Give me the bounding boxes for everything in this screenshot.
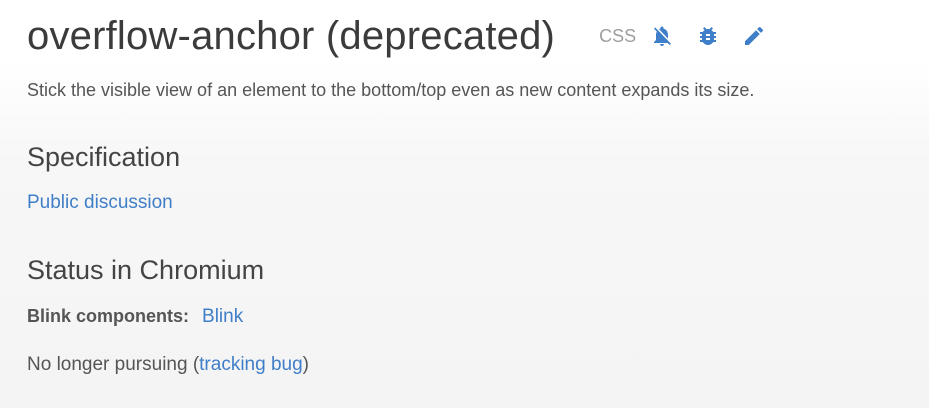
status-text: No longer pursuing ( <box>27 354 200 375</box>
feature-title: overflow-anchor (deprecated) <box>27 13 556 58</box>
feature-page: overflow-anchor (deprecated) CSS Stick t… <box>0 0 929 408</box>
blink-components-row: Blink components: Blink <box>27 306 243 328</box>
status-heading: Status in Chromium <box>27 255 265 285</box>
notifications-off-icon[interactable] <box>650 24 674 48</box>
specification-heading: Specification <box>27 142 181 172</box>
feature-summary: Stick the visible view of an element to … <box>27 80 755 100</box>
feature-header: overflow-anchor (deprecated) CSS <box>27 6 766 66</box>
category-label: CSS <box>599 25 637 46</box>
status-text-suffix: ) <box>302 354 309 375</box>
chromium-status: No longer pursuing (tracking bug) <box>27 354 309 376</box>
blink-components-label: Blink components: <box>27 306 190 326</box>
tracking-bug-link[interactable]: tracking bug <box>199 354 303 375</box>
blink-component-link[interactable]: Blink <box>202 306 243 327</box>
edit-pencil-icon[interactable] <box>742 24 766 48</box>
bug-icon[interactable] <box>696 24 720 48</box>
public-discussion-link[interactable]: Public discussion <box>27 192 173 214</box>
